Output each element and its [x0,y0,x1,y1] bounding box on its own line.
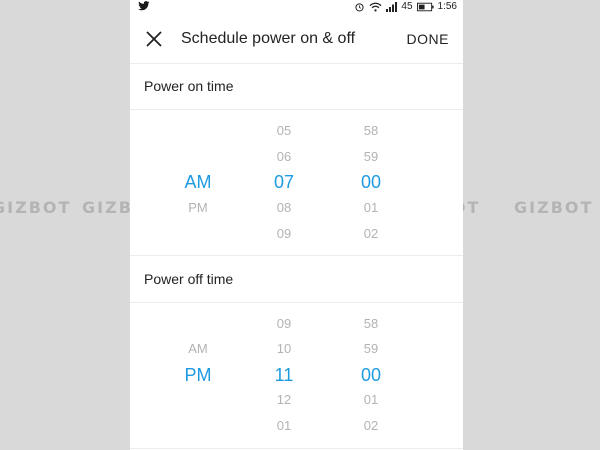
power-off-hour-option[interactable]: 01 [254,418,314,434]
battery-icon [416,2,434,11]
power-on-hour-option[interactable]: 05 [254,123,314,139]
power-on-minute-wheel[interactable]: 58 59 00 01 02 [341,110,401,255]
alarm-icon [355,2,364,12]
close-button[interactable] [144,29,164,49]
page-title: Schedule power on & off [181,30,356,47]
power-off-minute-option[interactable]: 59 [341,341,401,357]
power-on-label: Power on time [144,78,234,94]
battery-level: 45 [401,1,413,12]
power-off-ampm-option[interactable]: AM [168,341,228,357]
status-bar: 45 1:56 [130,0,463,13]
power-off-label: Power off time [144,271,234,287]
power-off-minute-selected[interactable]: 00 [341,364,401,386]
signal-icon [386,1,398,12]
power-off-minute-wheel[interactable]: 58 59 00 01 02 [341,303,401,448]
power-on-minute-option[interactable]: 58 [341,123,401,139]
power-on-hour-option[interactable]: 09 [254,226,314,242]
status-time: 1:56 [437,1,457,12]
power-off-hour-option[interactable]: 12 [254,392,314,408]
watermark-text: GIZBOT [0,198,72,217]
done-button[interactable]: DONE [407,29,449,49]
power-on-section-header: Power on time [130,63,463,110]
power-on-minute-option[interactable]: 59 [341,149,401,165]
power-off-minute-option[interactable]: 02 [341,418,401,434]
power-off-section-header: Power off time [130,256,463,303]
power-on-minute-option[interactable]: 02 [341,226,401,242]
power-off-time-picker: AM PM 09 10 11 12 01 58 59 00 01 02 [130,303,463,449]
power-on-hour-selected[interactable]: 07 [254,171,314,193]
power-on-ampm-option[interactable]: PM [168,200,228,216]
status-icons: 45 1:56 [354,0,457,13]
power-off-hour-option[interactable]: 10 [254,341,314,357]
power-off-hour-option[interactable]: 09 [254,316,314,332]
power-on-hour-wheel[interactable]: 05 06 07 08 09 [254,110,314,255]
power-on-minute-option[interactable]: 01 [341,200,401,216]
power-on-time-picker: AM PM 05 06 07 08 09 58 59 00 01 02 [130,110,463,256]
app-header: Schedule power on & off DONE [130,13,463,64]
power-off-ampm-wheel[interactable]: AM PM [168,303,228,448]
power-off-hour-selected[interactable]: 11 [254,364,314,386]
power-off-ampm-selected[interactable]: PM [168,364,228,386]
power-on-minute-selected[interactable]: 00 [341,171,401,193]
power-on-ampm-wheel[interactable]: AM PM [168,110,228,255]
close-icon [146,31,162,47]
twitter-icon [138,1,150,11]
power-off-minute-option[interactable]: 01 [341,392,401,408]
watermark-text: GIZBOT [514,198,594,217]
power-off-hour-wheel[interactable]: 09 10 11 12 01 [254,303,314,448]
power-on-hour-option[interactable]: 06 [254,149,314,165]
power-on-ampm-selected[interactable]: AM [168,171,228,193]
power-off-minute-option[interactable]: 58 [341,316,401,332]
power-on-hour-option[interactable]: 08 [254,200,314,216]
wifi-icon [369,2,382,11]
phone-screen: 45 1:56 Schedule power on & off DONE Pow… [130,0,463,450]
